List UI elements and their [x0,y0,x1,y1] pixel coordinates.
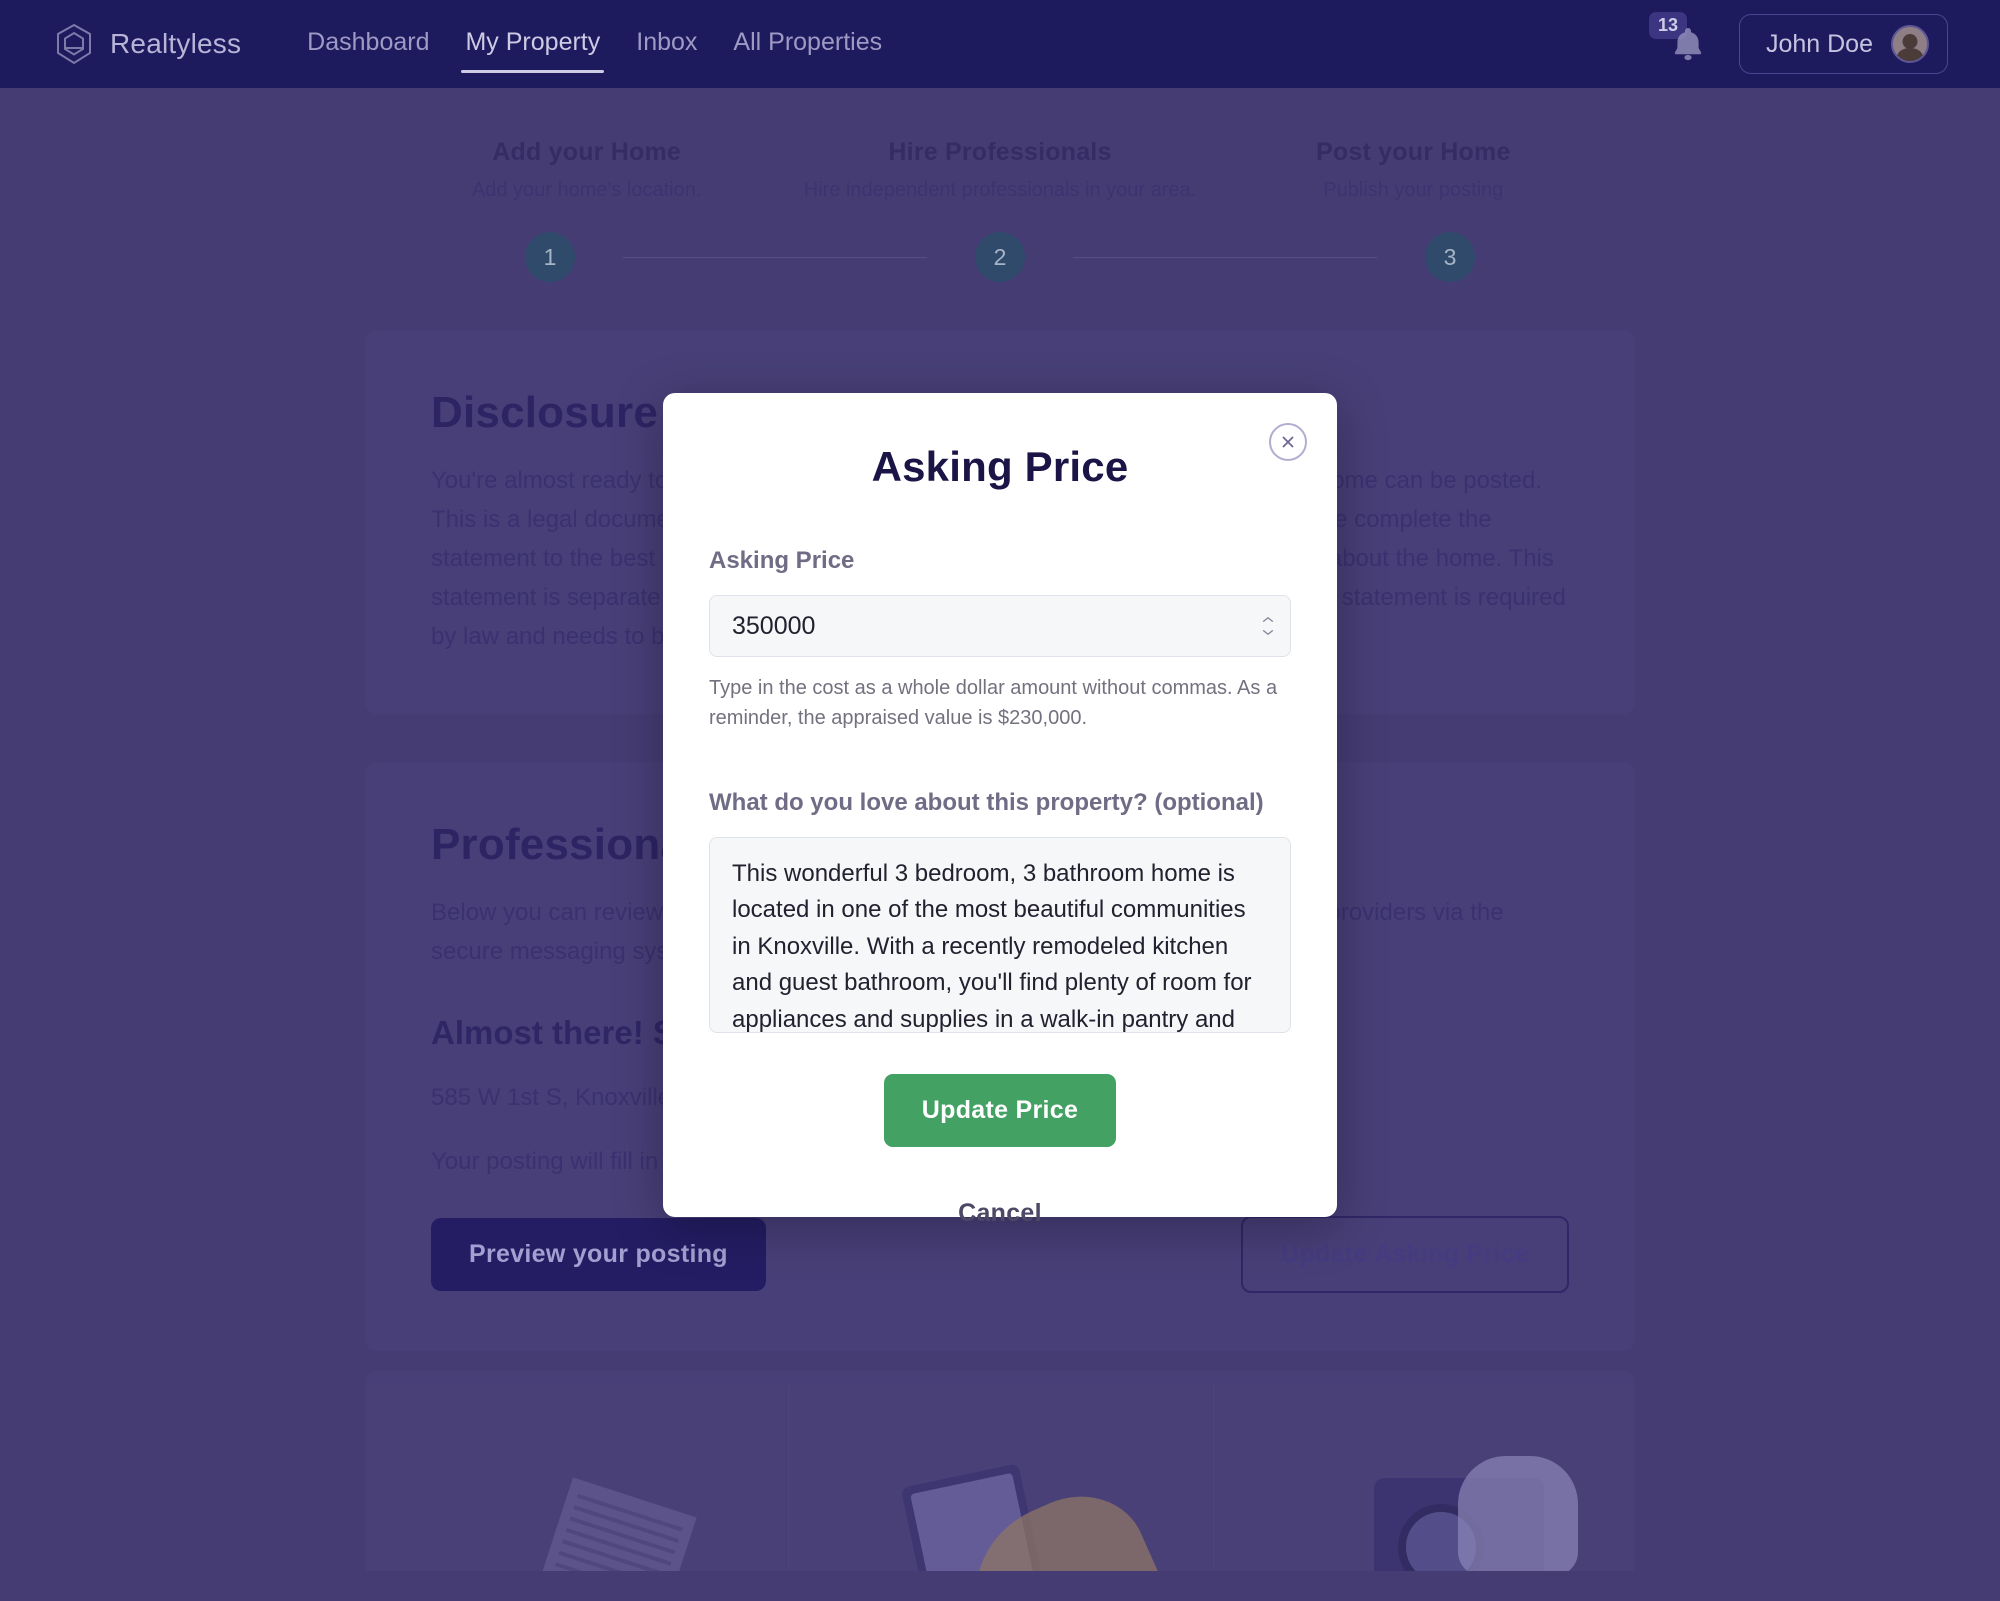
asking-price-field [709,595,1291,657]
asking-price-label: Asking Price [709,547,855,574]
update-price-button[interactable]: Update Price [883,1074,1117,1147]
asking-price-modal: Asking Price Asking Price Type in the co… [663,393,1337,1227]
close-icon[interactable] [1269,423,1307,461]
asking-price-input[interactable] [709,595,1291,657]
asking-price-help-text: Type in the cost as a whole dollar amoun… [709,677,1278,729]
modal-title: Asking Price [871,443,1129,490]
description-textarea[interactable] [709,837,1291,1033]
description-label: What do you love about this property? (o… [709,789,1264,816]
number-stepper-icon[interactable] [1259,610,1277,642]
app-root: Realtyless Dashboard My Property Inbox A… [0,0,2000,1601]
modal-actions: Update Price Cancel [709,1074,1291,1228]
cancel-button[interactable]: Cancel [958,1199,1042,1228]
modal-layer: Asking Price Asking Price Type in the co… [0,0,2000,1601]
